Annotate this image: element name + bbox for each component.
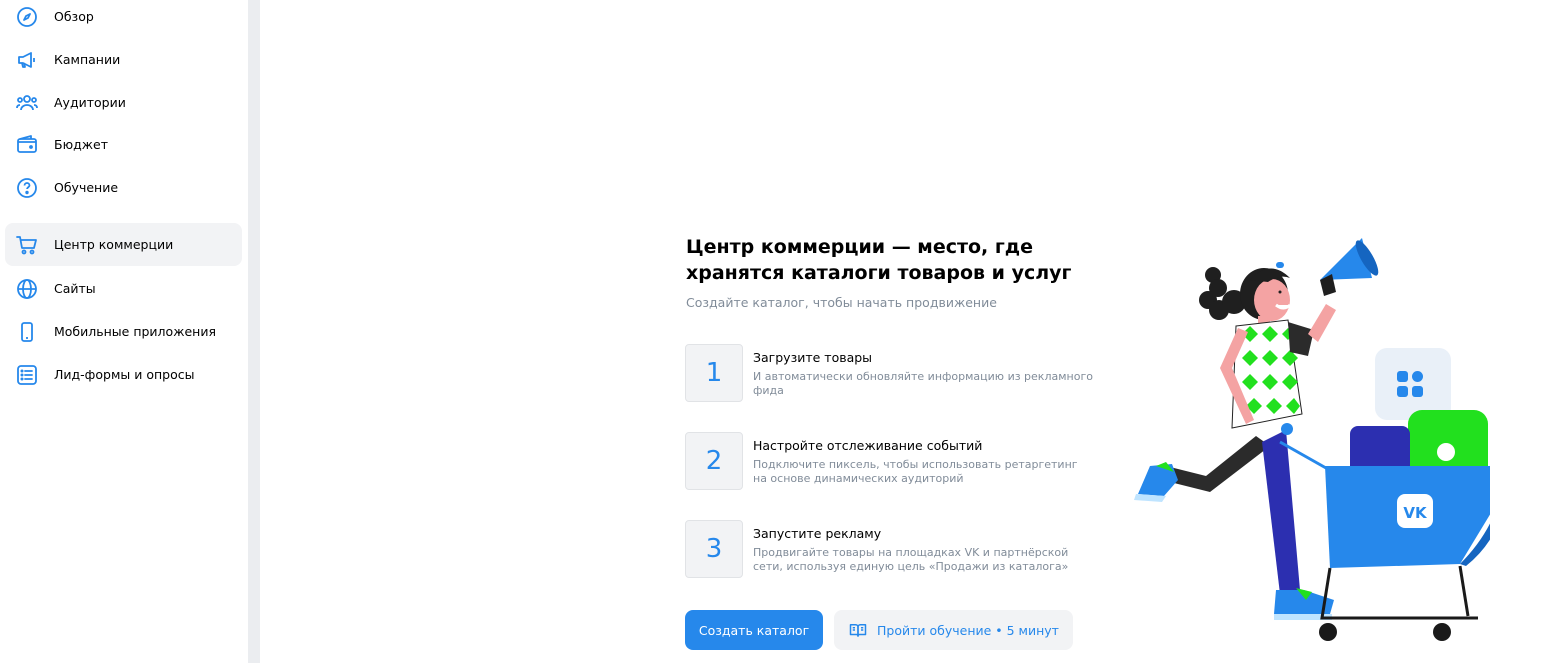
sidebar-item-commerce-center[interactable]: Центр коммерции <box>5 223 242 266</box>
step-title: Загрузите товары <box>753 350 873 365</box>
step-number: 1 <box>685 344 743 402</box>
sidebar-item-label: Бюджет <box>54 137 108 152</box>
shopping-girl-illustration: VK <box>1134 238 1490 641</box>
page-title: Центр коммерции — место, где хранятся ка… <box>686 236 1072 284</box>
page-subtitle: Создайте каталог, чтобы начать продвижен… <box>686 295 997 310</box>
start-learning-button[interactable]: Пройти обучение • 5 минут <box>834 610 1073 650</box>
main-content: Центр коммерции — место, где хранятся ка… <box>260 0 1562 663</box>
book-icon <box>849 621 867 639</box>
app-window: Обзор Кампании Аудитории Бюджет Обучение… <box>0 0 1562 663</box>
sidebar-item-label: Обзор <box>54 9 94 24</box>
megaphone-icon <box>15 48 39 72</box>
step-description: Подключите пиксель, чтобы использовать р… <box>753 458 1078 485</box>
sidebar-item-lead-forms[interactable]: Лид-формы и опросы <box>5 353 242 396</box>
sidebar-item-label: Аудитории <box>54 95 126 110</box>
sidebar-item-mobile-apps[interactable]: Мобильные приложения <box>5 310 242 353</box>
compass-icon <box>15 5 39 29</box>
sidebar-item-learning[interactable]: Обучение <box>5 166 242 209</box>
sidebar-item-label: Центр коммерции <box>54 237 174 252</box>
step-1: 1 Загрузите товары И автоматически обнов… <box>685 344 1165 402</box>
start-learning-label: Пройти обучение • 5 минут <box>877 622 1059 638</box>
step-number: 2 <box>685 432 743 490</box>
sidebar-item-audiences[interactable]: Аудитории <box>5 81 242 124</box>
sidebar-item-budget[interactable]: Бюджет <box>5 123 242 166</box>
create-catalog-button[interactable]: Создать каталог <box>685 610 823 650</box>
step-description: И автоматически обновляйте информацию из… <box>753 370 1093 397</box>
step-description: Продвигайте товары на площадках VK и пар… <box>753 546 1069 573</box>
sidebar-item-overview[interactable]: Обзор <box>5 0 242 38</box>
sidebar: Обзор Кампании Аудитории Бюджет Обучение… <box>0 0 248 663</box>
sidebar-item-label: Мобильные приложения <box>54 324 216 339</box>
step-2: 2 Настройте отслеживание событий Подключ… <box>685 432 1165 490</box>
step-title: Запустите рекламу <box>753 526 882 541</box>
step-title: Настройте отслеживание событий <box>753 438 983 453</box>
step-3: 3 Запустите рекламу Продвигайте товары н… <box>685 520 1165 578</box>
cart-icon <box>15 233 39 257</box>
sidebar-item-label: Обучение <box>54 180 119 195</box>
sidebar-item-label: Сайты <box>54 281 96 296</box>
question-icon <box>15 176 39 200</box>
sidebar-item-sites[interactable]: Сайты <box>5 267 242 310</box>
users-icon <box>15 91 39 115</box>
sidebar-item-label: Кампании <box>54 52 121 67</box>
list-icon <box>15 363 39 387</box>
phone-icon <box>15 320 39 344</box>
create-catalog-label: Создать каталог <box>698 622 810 638</box>
sidebar-item-campaigns[interactable]: Кампании <box>5 38 242 81</box>
step-number: 3 <box>685 520 743 578</box>
vk-logo: VK <box>1403 504 1428 522</box>
sidebar-item-label: Лид-формы и опросы <box>54 367 195 382</box>
wallet-icon <box>15 133 39 157</box>
globe-icon <box>15 277 39 301</box>
